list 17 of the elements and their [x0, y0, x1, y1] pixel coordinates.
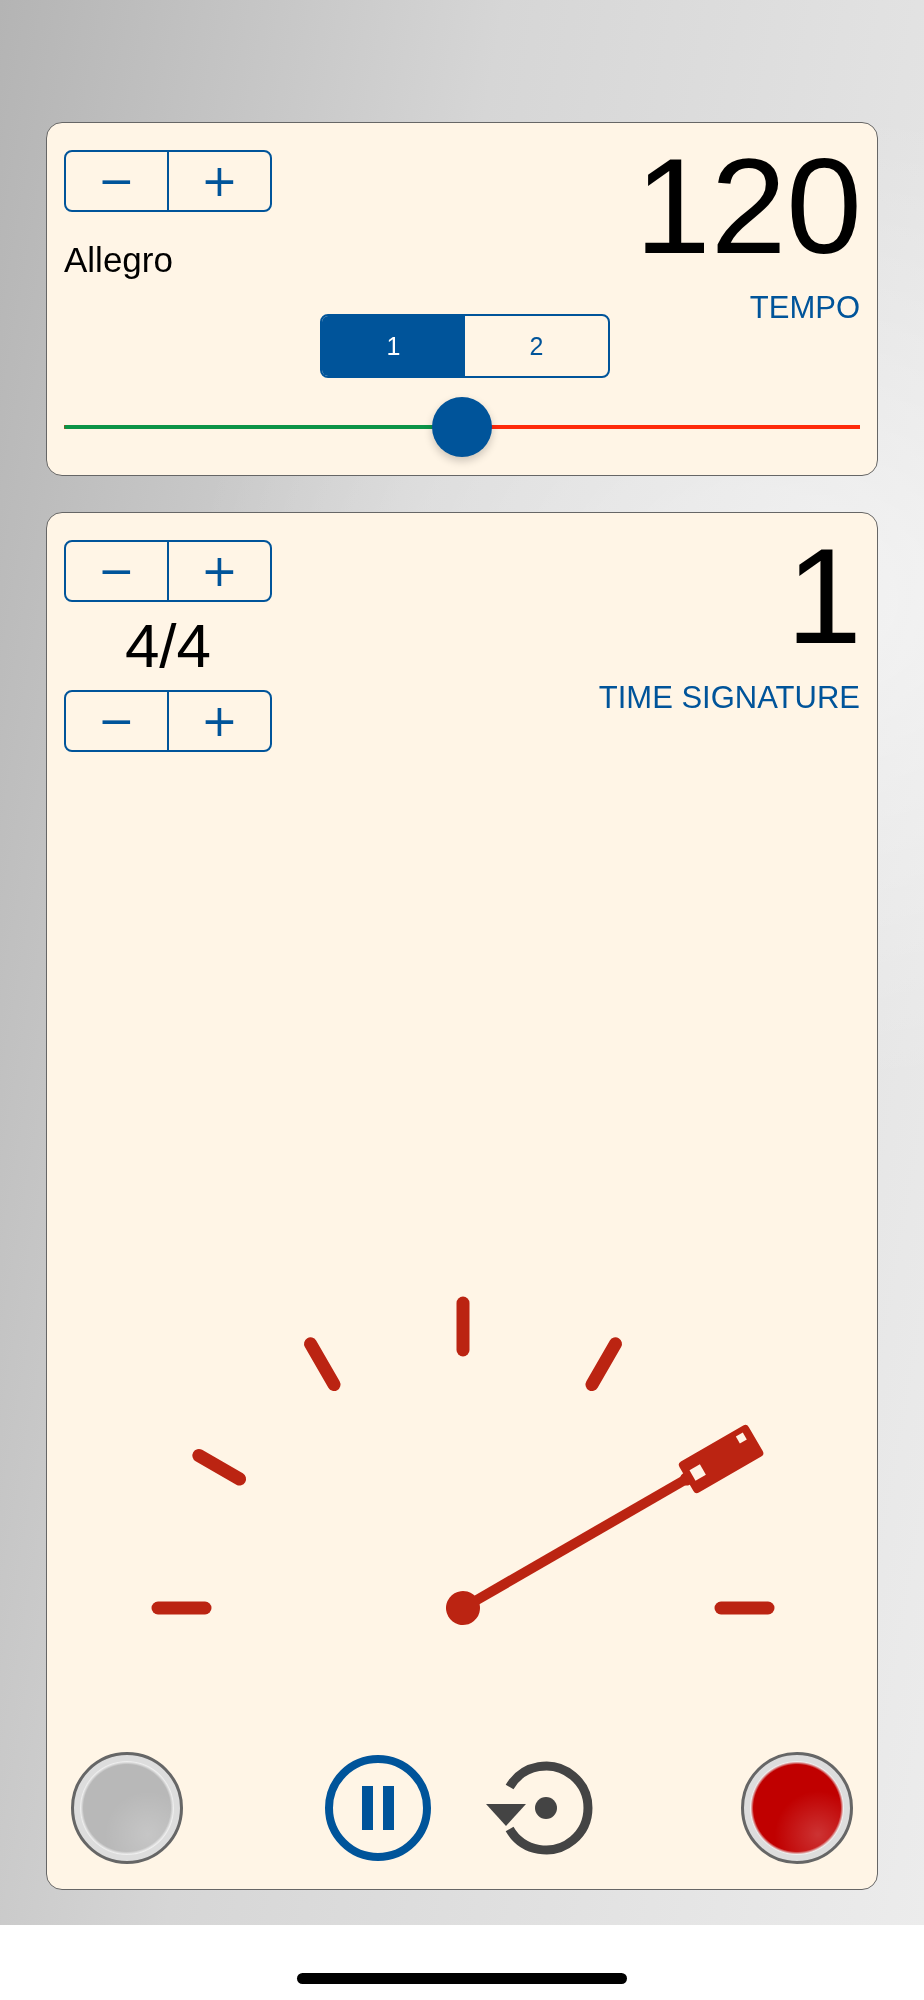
time-signature-label: TIME SIGNATURE: [598, 680, 860, 716]
time-signature-value: 4/4: [124, 610, 212, 682]
segment-tab[interactable]: 1: [322, 316, 465, 376]
decrease-button[interactable]: −: [66, 542, 167, 600]
decrease-button[interactable]: −: [66, 692, 167, 750]
increase-button[interactable]: +: [167, 692, 270, 750]
pause-button[interactable]: [324, 1754, 432, 1862]
slider-thumb[interactable]: [432, 397, 492, 457]
tempo-marking: Allegro: [64, 240, 173, 280]
tempo-value: 120: [635, 146, 862, 266]
increase-button[interactable]: +: [167, 152, 270, 210]
pause-icon: [324, 1754, 432, 1862]
segment-tab[interactable]: 2: [465, 316, 608, 376]
increase-button[interactable]: +: [167, 542, 270, 600]
tempo-label: TEMPO: [749, 290, 860, 326]
beat-number: 1: [786, 536, 862, 656]
decrease-button[interactable]: −: [66, 152, 167, 210]
